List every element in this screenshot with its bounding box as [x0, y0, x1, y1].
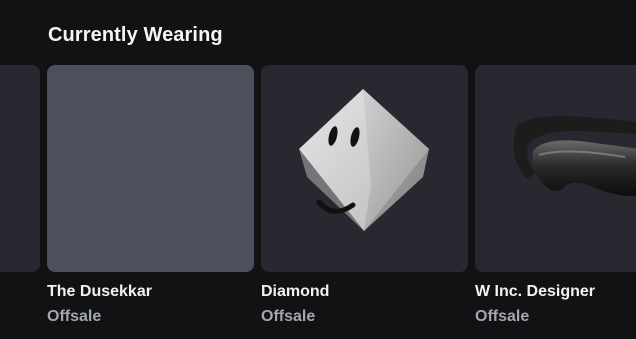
item-card-diamond[interactable]: Diamond Offsale — [261, 65, 468, 326]
currently-wearing-section: Currently Wearing The Dusekkar Offsale D… — [0, 0, 636, 339]
section-title: Currently Wearing — [48, 24, 223, 46]
item-thumbnail[interactable] — [0, 65, 40, 272]
item-card-w-inc-designer[interactable]: W Inc. Designer Offsale — [475, 65, 636, 326]
wearing-carousel: The Dusekkar Offsale Diamond Offsale W I… — [0, 65, 636, 339]
item-name[interactable]: The Dusekkar — [47, 283, 254, 301]
item-price: Offsale — [261, 308, 316, 325]
item-thumbnail[interactable] — [475, 65, 636, 272]
diamond-head-icon — [299, 89, 429, 231]
item-thumbnail[interactable] — [47, 65, 254, 272]
item-thumbnail[interactable] — [261, 65, 468, 272]
item-price: Offsale — [475, 308, 530, 325]
item-card-the-dusekkar[interactable]: The Dusekkar Offsale — [47, 65, 254, 326]
item-price: Offsale — [47, 308, 102, 325]
sunglasses-icon — [513, 116, 636, 196]
item-name[interactable]: Diamond — [261, 283, 468, 301]
item-name[interactable]: W Inc. Designer — [475, 283, 636, 301]
item-card-partial[interactable] — [0, 65, 40, 283]
